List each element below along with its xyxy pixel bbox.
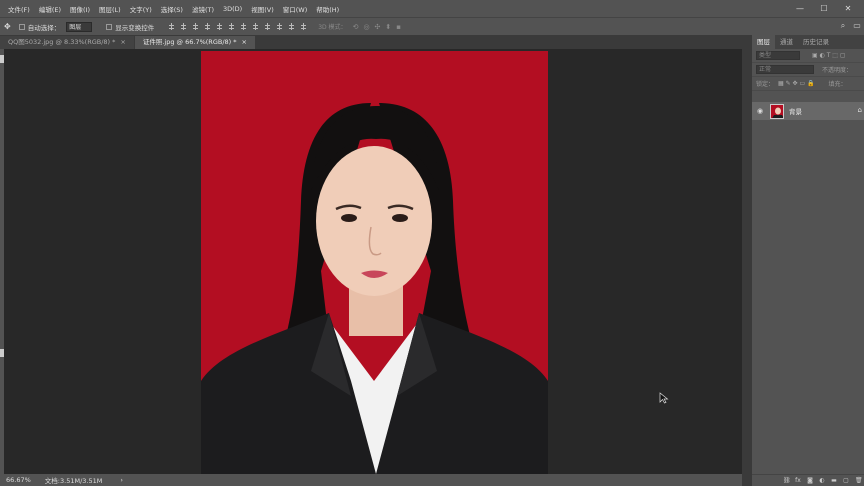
distribute-left-icon[interactable] — [276, 23, 284, 30]
distribute-bottom-icon[interactable] — [264, 23, 272, 30]
align-top-icon[interactable] — [168, 23, 176, 30]
mouse-cursor-icon — [659, 392, 669, 406]
kind-filter-dropdown[interactable]: 类型 — [756, 51, 800, 60]
menu-view[interactable]: 视图(V) — [251, 4, 274, 14]
visibility-eye-icon[interactable]: ◉ — [755, 106, 765, 116]
drag-3d-icon[interactable]: ✣ — [375, 23, 381, 31]
filter-row: 类型 ▣ ◐ T ⬚ ▢ — [752, 49, 864, 63]
tab-label: QQ图5032.jpg @ 8.33%(RGB/8) * — [8, 38, 116, 46]
menu-window[interactable]: 窗口(W) — [283, 4, 308, 14]
menu-3d[interactable]: 3D(D) — [223, 5, 242, 13]
layers-panel-footer: ⛓ fx ◙ ◐ ▬ ▢ 🗑 — [752, 474, 864, 486]
right-eye — [392, 214, 408, 222]
menu-bar: 文件(F) 编辑(E) 图像(I) 图层(L) 文字(Y) 选择(S) 滤镜(T… — [0, 0, 864, 17]
search-icon[interactable]: ⌕ — [838, 21, 848, 31]
layer-thumbnail — [770, 103, 784, 119]
workspace-icon[interactable]: ▭ — [852, 21, 862, 31]
align-left-icon[interactable] — [204, 23, 212, 30]
add-mask-icon[interactable]: ◙ — [807, 477, 813, 484]
zoom-level[interactable]: 66.67% — [6, 476, 31, 484]
tab-id-photo[interactable]: 证件照.jpg @ 66.7%(RGB/8) * × — [134, 36, 255, 49]
tab-channels[interactable]: 通道 — [775, 35, 798, 49]
layer-background[interactable]: ◉ 背景 ⌂ — [752, 102, 864, 120]
menu-type[interactable]: 文字(Y) — [130, 4, 152, 14]
distribute-hcenter-icon[interactable] — [288, 23, 296, 30]
canvas-area[interactable] — [4, 49, 742, 474]
menu-help[interactable]: 帮助(H) — [316, 4, 339, 14]
layers-panel: 图层 通道 历史记录 类型 ▣ ◐ T ⬚ ▢ 正常 不透明度： 锁定： ▦ ✎… — [751, 35, 864, 486]
left-eye — [341, 214, 357, 222]
document-info: 文档:3.51M/3.51M — [44, 477, 103, 485]
document-tab-bar: QQ图5032.jpg @ 8.33%(RGB/8) * × 证件照.jpg @… — [0, 35, 742, 49]
align-icon-group — [168, 23, 312, 30]
close-button[interactable]: ✕ — [836, 0, 860, 17]
panel-dock-edge — [742, 35, 751, 486]
tab-qq-image[interactable]: QQ图5032.jpg @ 8.33%(RGB/8) * × — [0, 36, 134, 49]
layer-name: 背景 — [789, 108, 802, 116]
document-image[interactable] — [201, 51, 548, 474]
status-bar: 66.67% 文档:3.51M/3.51M › — [0, 474, 742, 486]
window-controls: — ☐ ✕ — [788, 0, 860, 17]
layer-lock-icon: ⌂ — [857, 106, 862, 114]
slide-3d-icon[interactable]: ⬍ — [385, 23, 391, 31]
distribute-vcenter-icon[interactable] — [252, 23, 260, 30]
lock-label: 锁定： — [756, 81, 775, 88]
tab-close-icon[interactable]: × — [120, 36, 125, 49]
distribute-top-icon[interactable] — [240, 23, 248, 30]
show-transform-label: 显示变换控件 — [115, 23, 155, 32]
tab-history[interactable]: 历史记录 — [798, 35, 834, 49]
menu-select[interactable]: 选择(S) — [161, 4, 183, 14]
auto-select-dropdown[interactable]: 图层 — [66, 21, 93, 32]
tab-label: 证件照.jpg @ 66.7%(RGB/8) * — [142, 38, 237, 46]
mode-3d-label: 3D 模式： — [318, 24, 347, 31]
align-bottom-icon[interactable] — [192, 23, 200, 30]
blend-mode-dropdown[interactable]: 正常 — [756, 65, 814, 74]
new-group-icon[interactable]: ▬ — [831, 477, 837, 484]
distribute-right-icon[interactable] — [300, 23, 308, 30]
maximize-button[interactable]: ☐ — [812, 0, 836, 17]
lock-options-icon[interactable]: ▦ ✎ ✥ ▭ 🔒 — [778, 80, 815, 87]
options-bar: ✥ 自动选择： 图层 显示变换控件 3D 模式： ⟲ ◎ ✣ ⬍ ▪ ⌕ ▭ — [0, 17, 864, 35]
blend-row: 正常 不透明度： — [752, 63, 864, 77]
fx-icon[interactable]: fx — [795, 477, 801, 484]
minimize-button[interactable]: — — [788, 0, 812, 17]
scale-3d-icon[interactable]: ▪ — [396, 23, 401, 31]
show-transform-checkbox[interactable] — [106, 23, 113, 30]
align-vcenter-icon[interactable] — [180, 23, 188, 30]
new-layer-icon[interactable]: ▢ — [843, 477, 849, 484]
tab-close-icon[interactable]: × — [242, 36, 247, 49]
link-layers-icon[interactable]: ⛓ — [783, 477, 791, 484]
status-menu-arrow-icon[interactable]: › — [120, 476, 123, 484]
panel-tab-bar: 图层 通道 历史记录 — [752, 35, 864, 49]
menu-edit[interactable]: 编辑(E) — [39, 4, 61, 14]
trash-icon[interactable]: 🗑 — [855, 477, 863, 484]
lock-row: 锁定： ▦ ✎ ✥ ▭ 🔒 填充： — [752, 77, 864, 91]
menu-filter[interactable]: 滤镜(T) — [192, 4, 214, 14]
auto-select-checkbox[interactable] — [18, 23, 25, 30]
adjustment-layer-icon[interactable]: ◐ — [819, 477, 825, 484]
filter-pixel-icon[interactable]: ▣ ◐ T ⬚ ▢ — [812, 52, 846, 59]
align-hcenter-icon[interactable] — [216, 23, 224, 30]
portrait-illustration — [201, 51, 548, 474]
menu-file[interactable]: 文件(F) — [8, 4, 30, 14]
fill-label: 填充： — [828, 81, 847, 88]
menu-layer[interactable]: 图层(L) — [99, 4, 121, 14]
auto-select-label: 自动选择： — [27, 23, 61, 32]
opacity-label: 不透明度： — [822, 67, 853, 74]
align-right-icon[interactable] — [228, 23, 236, 30]
tab-layers[interactable]: 图层 — [752, 35, 775, 49]
rotate-3d-icon[interactable]: ⟲ — [353, 23, 359, 31]
move-tool-icon[interactable]: ✥ — [4, 22, 11, 31]
menu-image[interactable]: 图像(I) — [70, 4, 90, 14]
roll-3d-icon[interactable]: ◎ — [363, 23, 369, 31]
